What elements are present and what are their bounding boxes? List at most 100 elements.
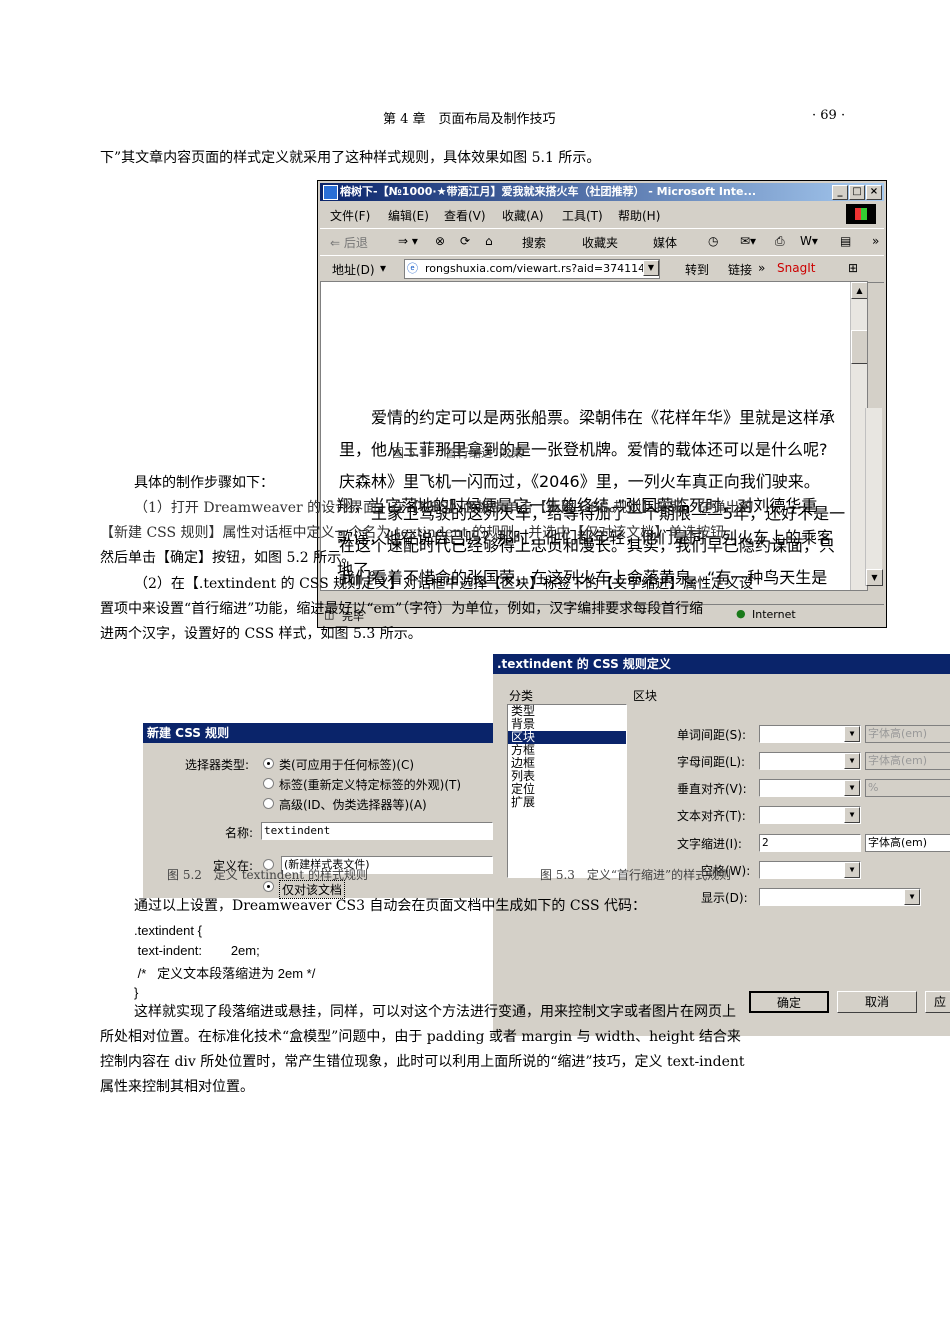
dropdown-arrow-icon[interactable]: ▼ xyxy=(844,726,860,742)
step2-line2: 置项中来设置“首行缩进”功能，缩进最好以“em”（字符）为单位，例如，汉字编排要… xyxy=(100,601,704,617)
address-label: 地址(D) xyxy=(332,263,375,277)
links-label[interactable]: 链接 xyxy=(728,261,752,278)
display-input[interactable]: ▼ xyxy=(759,888,921,906)
text-align-input[interactable]: ▼ xyxy=(759,806,861,824)
closing-line4: 属性来控制其相对位置。 xyxy=(100,1079,254,1095)
text-indent-unit[interactable]: 字体高(em) xyxy=(865,834,950,852)
word-spacing-unit[interactable]: 字体高(em) xyxy=(865,725,950,743)
favorites-button[interactable]: 收藏夹 xyxy=(582,234,618,251)
content-line: 庆森林》里飞机一闪而过，《2046》里，一列火车真正向我们驶来。 xyxy=(339,472,820,491)
category-label: 分类 xyxy=(509,689,534,703)
cancel-button[interactable]: 取消 xyxy=(837,991,917,1013)
scroll-down-area[interactable]: ▼ xyxy=(865,408,883,586)
code-line-2: text-indent: 2em; xyxy=(134,943,260,958)
apply-button[interactable]: 应 xyxy=(925,991,950,1013)
caption-fig-5-2: 图 5.2 定义 textindent 的样式规则 xyxy=(167,868,368,882)
links-chevron-icon[interactable]: » xyxy=(758,261,765,275)
snagit-capture-icon[interactable]: ⊞ xyxy=(848,261,858,275)
whitespace-input[interactable]: ▼ xyxy=(759,861,861,879)
step1-line3: 然后单击【确定】按钮，如图 5.2 所示。 xyxy=(100,550,356,566)
menu-favorites[interactable]: 收藏(A) xyxy=(502,207,544,224)
display-label: 显示(D): xyxy=(701,891,748,905)
refresh-icon[interactable]: ⟳ xyxy=(460,234,470,248)
vertical-align-input[interactable]: ▼ xyxy=(759,779,861,797)
word-spacing-label: 单词间距(S): xyxy=(677,728,747,742)
menu-file[interactable]: 文件(F) xyxy=(330,207,370,224)
mail-icon[interactable]: ✉▾ xyxy=(740,234,756,248)
dropdown-arrow-icon[interactable]: ▼ xyxy=(844,780,860,796)
stop-icon[interactable]: ⊗ xyxy=(435,234,445,248)
name-label: 名称: xyxy=(225,826,254,840)
rule-definition-title: .textindent 的 CSS 规则定义 xyxy=(493,654,950,674)
address-dropdown-icon[interactable]: ▾ xyxy=(380,261,386,275)
letter-spacing-input[interactable]: ▼ xyxy=(759,752,861,770)
scroll-up-icon[interactable]: ▲ xyxy=(851,282,867,299)
rule-definition-dialog: .textindent 的 CSS 规则定义 分类 区块 类型 背景 区块 方框… xyxy=(493,654,950,1036)
media-button[interactable]: 媒体 xyxy=(653,234,677,251)
new-css-rule-title: 新建 CSS 规则 xyxy=(143,723,493,743)
category-list[interactable]: 类型 背景 区块 方框 边框 列表 定位 扩展 xyxy=(507,704,627,878)
code-line-4: } xyxy=(134,985,139,1000)
home-icon[interactable]: ⌂ xyxy=(485,234,493,248)
dropdown-arrow-icon[interactable]: ▼ xyxy=(844,862,860,878)
toolbar-chevron-icon[interactable]: » xyxy=(872,234,879,248)
code-line-1: .textindent { xyxy=(134,923,202,938)
scroll-down-icon[interactable]: ▼ xyxy=(866,569,883,586)
dropdown-arrow-icon[interactable]: ▼ xyxy=(844,753,860,769)
radio-advanced[interactable] xyxy=(263,798,274,809)
browser-toolbar: ⇐ 后退 ⇒ ▾ ⊗ ⟳ ⌂ 搜索 收藏夹 媒体 ◷ ✉▾ ⎙ W▾ ▤ » xyxy=(320,228,884,256)
page-number: · 69 · xyxy=(812,108,846,123)
step2-line1: （2）在【.textindent 的 CSS 规则定义】对话框中选择【区块】标签… xyxy=(134,576,754,592)
menu-help[interactable]: 帮助(H) xyxy=(618,207,660,224)
closing-line1: 这样就实现了段落缩进或悬挂，同样，可以对这个方法进行变通，用来控制文字或者图片在… xyxy=(134,1004,736,1020)
word-spacing-input[interactable]: ▼ xyxy=(759,725,861,743)
option-tag-label[interactable]: 标签(重新定义特定标签的外观)(T) xyxy=(279,776,461,793)
ie-icon xyxy=(323,185,338,200)
text-indent-label: 文字缩进(I): xyxy=(677,837,742,851)
close-icon[interactable]: × xyxy=(866,185,882,200)
menu-view[interactable]: 查看(V) xyxy=(444,207,486,224)
code-line-3: /* 定义文本段落缩进为 2em */ xyxy=(134,966,316,981)
dropdown-arrow-icon[interactable]: ▼ xyxy=(904,889,920,905)
radio-tag[interactable] xyxy=(263,778,274,789)
caption-fig-5-1: 图 5.1 “首行缩进”效果 xyxy=(392,446,524,460)
radio-class[interactable] xyxy=(263,758,274,769)
selector-type-label: 选择器类型: xyxy=(185,758,250,772)
paragraph-intro: 下”其文章内容页面的样式定义就采用了这种样式规则，具体效果如图 5.1 所示。 xyxy=(100,150,601,166)
ok-button[interactable]: 确定 xyxy=(749,991,829,1013)
minimize-icon[interactable]: _ xyxy=(832,185,848,200)
address-history-icon[interactable]: ▼ xyxy=(643,260,659,276)
search-button[interactable]: 搜索 xyxy=(522,234,546,251)
forward-button[interactable]: ⇒ ▾ xyxy=(398,234,418,248)
text-indent-input[interactable]: 2 xyxy=(759,834,861,852)
category-extensions[interactable]: 扩展 xyxy=(508,796,626,809)
address-bar: 地址(D) ▾ ⓔ rongshuxia.com/viewart.rs?aid=… xyxy=(320,255,884,283)
maximize-icon[interactable]: □ xyxy=(849,185,865,200)
back-button[interactable]: ⇐ 后退 xyxy=(330,234,368,251)
chapter-header: 第 4 章 页面布局及制作技巧 xyxy=(383,112,556,127)
go-button[interactable]: 转到 xyxy=(685,261,709,278)
step2-line3: 进两个汉字，设置好的 CSS 样式，如图 5.3 所示。 xyxy=(100,626,422,642)
address-input[interactable]: ⓔ rongshuxia.com/viewart.rs?aid=3741147 … xyxy=(404,259,660,279)
page-icon: ⓔ xyxy=(407,262,418,275)
menu-tools[interactable]: 工具(T) xyxy=(562,207,603,224)
option-advanced-label[interactable]: 高级(ID、伪类选择器等)(A) xyxy=(279,796,427,813)
menu-edit[interactable]: 编辑(E) xyxy=(388,207,429,224)
vertical-align-unit[interactable]: % xyxy=(865,779,950,797)
history-icon[interactable]: ◷ xyxy=(708,234,718,248)
option-class-label[interactable]: 类(可应用于任何标签)(C) xyxy=(279,756,414,773)
discuss-icon[interactable]: ▤ xyxy=(840,234,851,248)
name-input[interactable]: textindent xyxy=(261,822,493,840)
vertical-align-label: 垂直对齐(V): xyxy=(677,782,747,796)
snagit-button[interactable]: SnagIt xyxy=(777,261,815,275)
scroll-thumb[interactable] xyxy=(851,330,867,364)
step1-line1: （1）打开 Dreamweaver 的设计界面，在【CSS】面板中单击【新建 C… xyxy=(134,500,754,516)
internet-zone-icon: ● xyxy=(736,607,746,620)
edit-icon[interactable]: W▾ xyxy=(800,234,818,248)
browser-window: 榕树下-【№1000·★带酒江月】爱我就来搭火车（社团推荐） - Microso… xyxy=(317,180,887,628)
browser-title: 榕树下-【№1000·★带酒江月】爱我就来搭火车（社团推荐） - Microso… xyxy=(340,185,757,198)
letter-spacing-unit[interactable]: 字体高(em) xyxy=(865,752,950,770)
dropdown-arrow-icon[interactable]: ▼ xyxy=(844,807,860,823)
after-settings-text: 通过以上设置，Dreamweaver CS3 自动会在页面文档中生成如下的 CS… xyxy=(134,898,646,914)
print-icon[interactable]: ⎙ xyxy=(775,234,785,249)
